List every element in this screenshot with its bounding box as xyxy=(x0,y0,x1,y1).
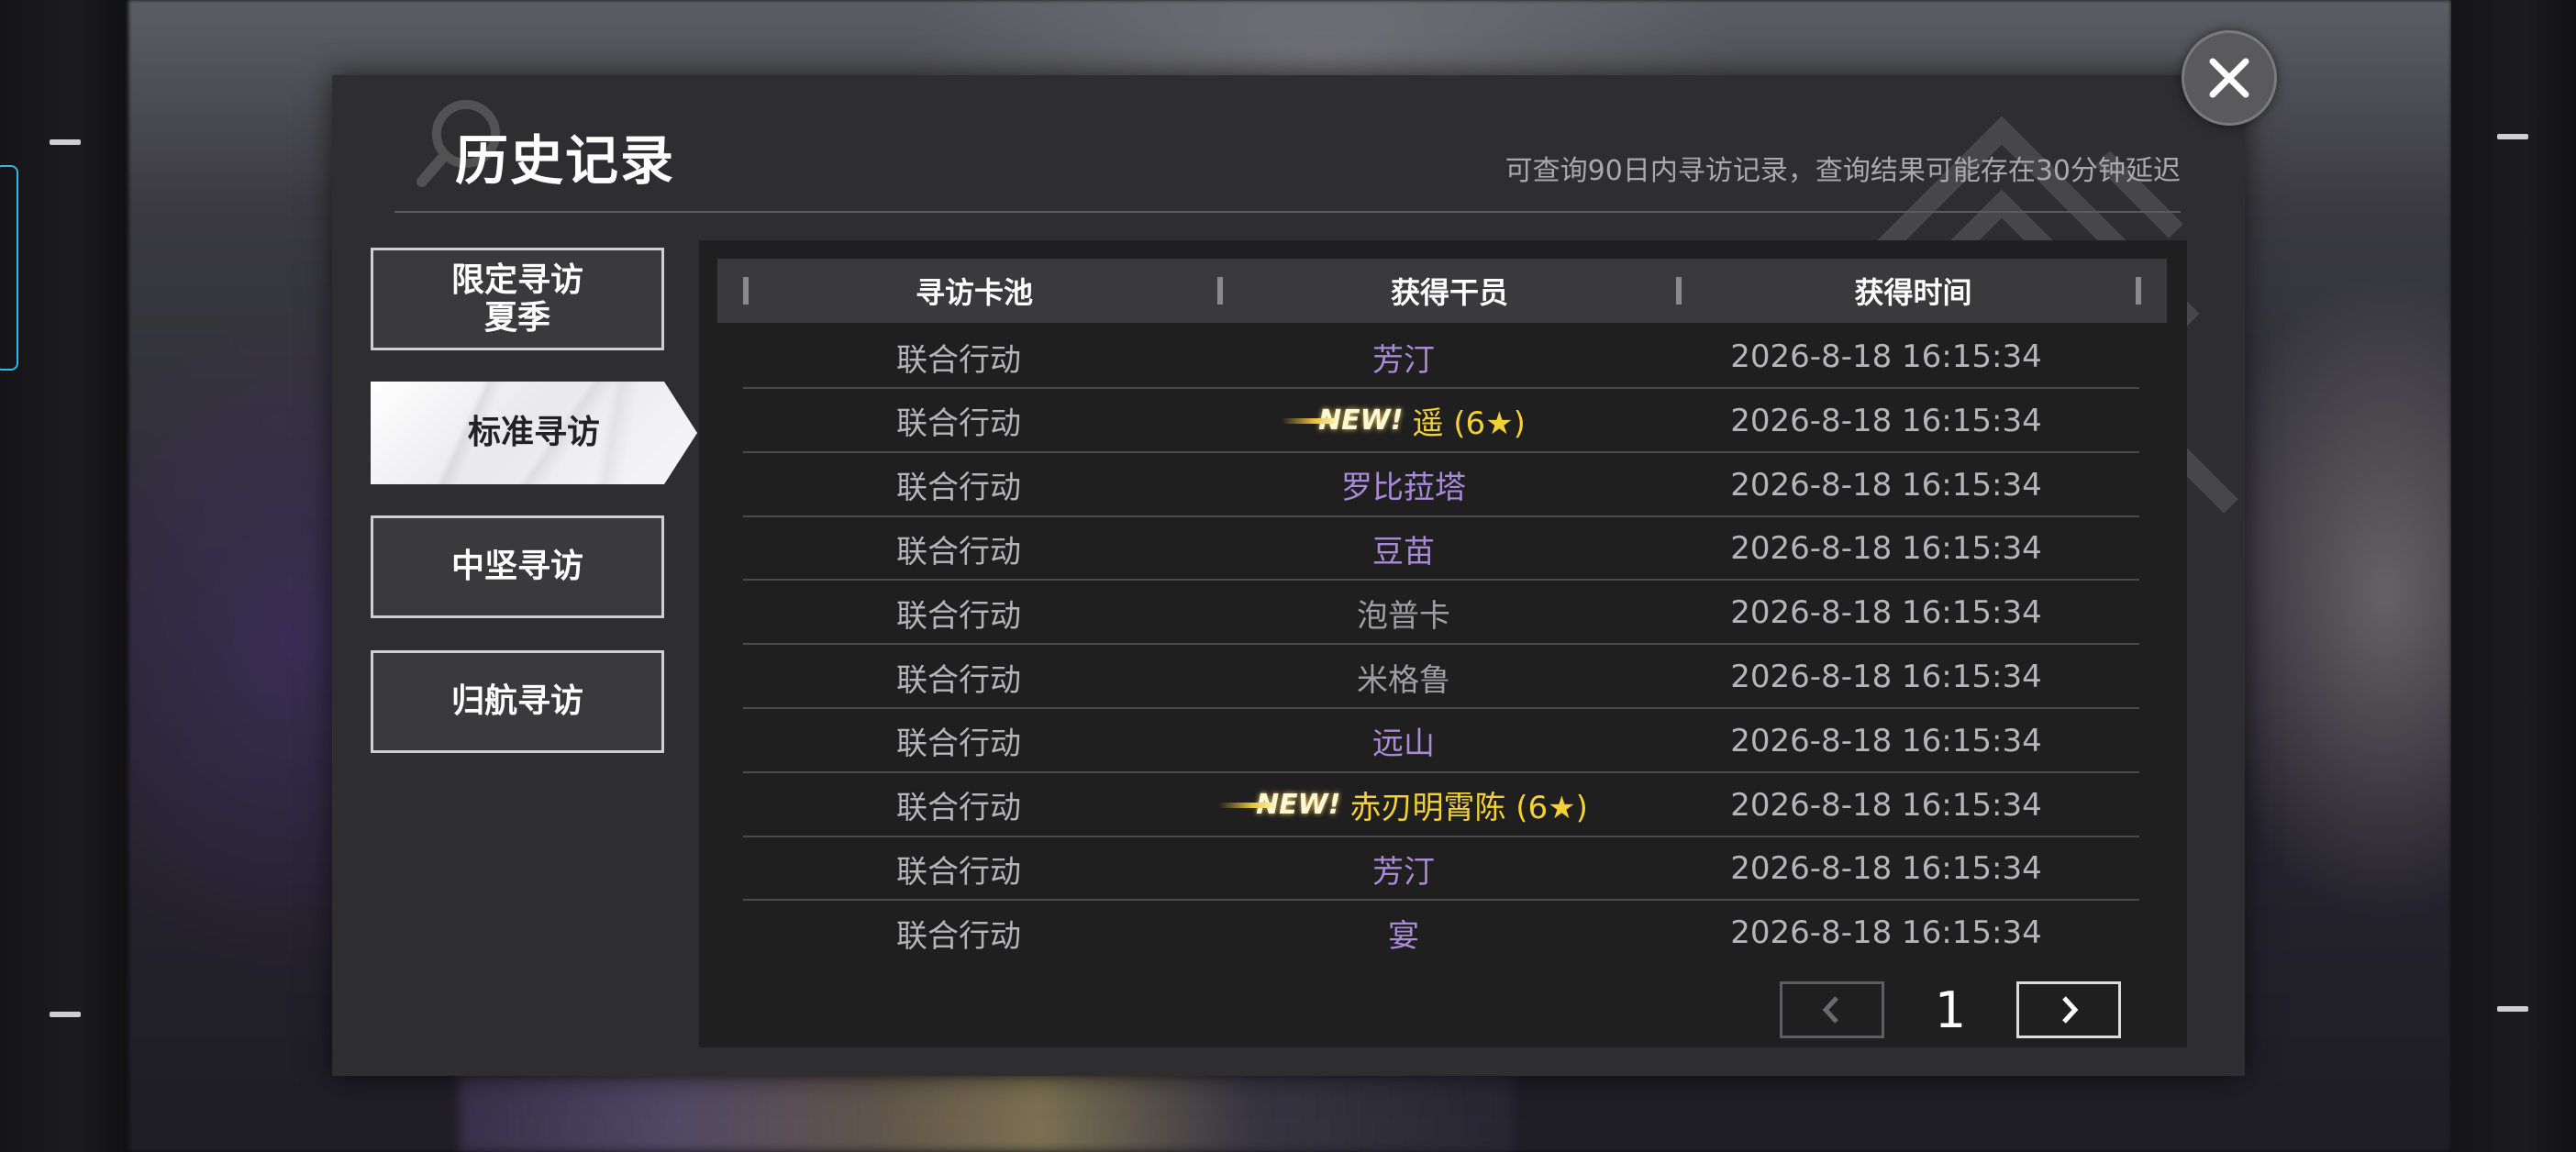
table-row: 联合行动 宴 2026-8-18 16:15:34 xyxy=(743,901,2139,965)
table-row: 联合行动 NEW! 遥 (6★) 2026-8-18 16:15:34 xyxy=(743,389,2139,453)
time-cell: 2026-8-18 16:15:34 xyxy=(1730,659,2042,695)
tab-core[interactable]: 中坚寻访 xyxy=(371,515,664,618)
close-icon xyxy=(2209,58,2249,98)
operator-name: 豆苗 xyxy=(1372,533,1435,570)
time-cell: 2026-8-18 16:15:34 xyxy=(1730,722,2042,759)
pool-cell: 联合行动 xyxy=(896,790,1021,827)
time-cell: 2026-8-18 16:15:34 xyxy=(1730,530,2042,568)
table-row: 联合行动 NEW! 赤刃明霄陈 (6★) 2026-8-18 16:15:34 xyxy=(743,773,2139,837)
background-left-edge xyxy=(0,0,128,1152)
time-cell: 2026-8-18 16:15:34 xyxy=(1730,594,2042,632)
table-row: 联合行动 罗比菈塔 2026-8-18 16:15:34 xyxy=(743,453,2139,517)
time-cell: 2026-8-18 16:15:34 xyxy=(1730,914,2042,952)
pool-cell: 联合行动 xyxy=(896,726,1021,763)
table-header: 寻访卡池 获得干员 获得时间 xyxy=(717,259,2167,323)
title-divider xyxy=(394,211,2181,213)
page-number: 1 xyxy=(1934,980,1967,1039)
pool-cell: 联合行动 xyxy=(896,533,1021,570)
pool-cell: 联合行动 xyxy=(896,853,1021,891)
edge-tick xyxy=(2497,1006,2528,1012)
operator-cell: 米格鲁 xyxy=(1174,645,1633,709)
column-header-pool: 寻访卡池 xyxy=(915,275,1033,310)
operator-cell: 罗比菈塔 xyxy=(1174,453,1633,517)
time-cell: 2026-8-18 16:15:34 xyxy=(1730,786,2042,824)
close-button[interactable] xyxy=(2182,30,2277,126)
pool-cell: 联合行动 xyxy=(896,341,1021,379)
tab-label-line2: 夏季 xyxy=(483,299,550,337)
header-separator xyxy=(2136,277,2141,305)
background-blur-strip xyxy=(459,1073,1514,1152)
operator-cell: NEW! 赤刃明霄陈 (6★) xyxy=(1174,773,1633,837)
operator-name: 芳汀 xyxy=(1372,853,1435,891)
operator-cell: 远山 xyxy=(1174,709,1633,773)
history-panel: 历史记录 可查询90日内寻访记录，查询结果可能存在30分钟延迟 限定寻访 夏季 … xyxy=(332,75,2245,1076)
operator-name: 米格鲁 xyxy=(1357,661,1450,699)
header-separator xyxy=(743,277,749,305)
time-cell: 2026-8-18 16:15:34 xyxy=(1730,466,2042,504)
table-row: 联合行动 泡普卡 2026-8-18 16:15:34 xyxy=(743,581,2139,646)
pool-cell: 联合行动 xyxy=(896,470,1021,507)
operator-cell: 芳汀 xyxy=(1174,836,1633,901)
tab-label: 归航寻访 xyxy=(450,682,583,721)
tab-return[interactable]: 归航寻访 xyxy=(371,650,664,753)
table-row: 联合行动 芳汀 2026-8-18 16:15:34 xyxy=(743,836,2139,902)
time-cell: 2026-8-18 16:15:34 xyxy=(1730,338,2042,375)
page-title: 历史记录 xyxy=(455,129,676,192)
table-row: 联合行动 豆苗 2026-8-18 16:15:34 xyxy=(743,516,2139,582)
edge-tick xyxy=(2497,134,2528,139)
edge-tick xyxy=(50,1012,81,1017)
pool-cell: 联合行动 xyxy=(896,405,1021,443)
query-notice: 可查询90日内寻访记录，查询结果可能存在30分钟延迟 xyxy=(1505,155,2181,187)
pool-cell: 联合行动 xyxy=(896,597,1021,635)
history-table: 寻访卡池 获得干员 获得时间 联合行动 芳汀 2026-8-18 16:15:34 联… xyxy=(699,240,2187,1047)
operator-cell: 豆苗 xyxy=(1174,516,1633,581)
new-badge: NEW! xyxy=(1282,404,1403,437)
operator-name: 远山 xyxy=(1372,726,1435,763)
prev-page-button[interactable] xyxy=(1780,981,1884,1038)
operator-name: 赤刃明霄陈 (6★) xyxy=(1349,790,1588,827)
operator-name: 芳汀 xyxy=(1372,341,1435,379)
table-row: 联合行动 米格鲁 2026-8-18 16:15:34 xyxy=(743,645,2139,709)
new-badge: NEW! xyxy=(1219,789,1340,821)
table-row: 联合行动 远山 2026-8-18 16:15:34 xyxy=(743,709,2139,773)
operator-name: 罗比菈塔 xyxy=(1341,470,1466,507)
next-page-button[interactable] xyxy=(2016,981,2121,1038)
edge-tick xyxy=(50,139,81,145)
table-row: 联合行动 芳汀 2026-8-18 16:15:34 xyxy=(743,325,2139,389)
pool-cell: 联合行动 xyxy=(896,917,1021,955)
pool-cell: 联合行动 xyxy=(896,661,1021,699)
chevron-right-icon xyxy=(2062,996,2079,1024)
operator-name: 遥 (6★) xyxy=(1412,405,1526,443)
background-right-edge xyxy=(2451,0,2576,1152)
operator-cell: NEW! 遥 (6★) xyxy=(1174,389,1633,453)
time-cell: 2026-8-18 16:15:34 xyxy=(1730,850,2042,888)
operator-cell: 宴 xyxy=(1174,901,1633,965)
operator-name: 泡普卡 xyxy=(1357,597,1450,635)
tab-label-line1: 限定寻访 xyxy=(450,260,583,299)
side-tab-indicator xyxy=(0,165,18,371)
tab-standard[interactable]: 标准寻访 xyxy=(371,382,697,484)
tab-label: 中坚寻访 xyxy=(450,548,583,586)
operator-cell: 泡普卡 xyxy=(1174,581,1633,645)
operator-name: 宴 xyxy=(1388,917,1419,955)
time-cell: 2026-8-18 16:15:34 xyxy=(1730,402,2042,439)
tab-label: 标准寻访 xyxy=(467,414,600,452)
column-header-time: 获得时间 xyxy=(1854,275,1972,310)
column-header-operator: 获得干员 xyxy=(1390,275,1508,310)
tab-limited-summer[interactable]: 限定寻访 夏季 xyxy=(371,248,664,350)
operator-cell: 芳汀 xyxy=(1174,325,1633,389)
chevron-left-icon xyxy=(1822,996,1838,1024)
